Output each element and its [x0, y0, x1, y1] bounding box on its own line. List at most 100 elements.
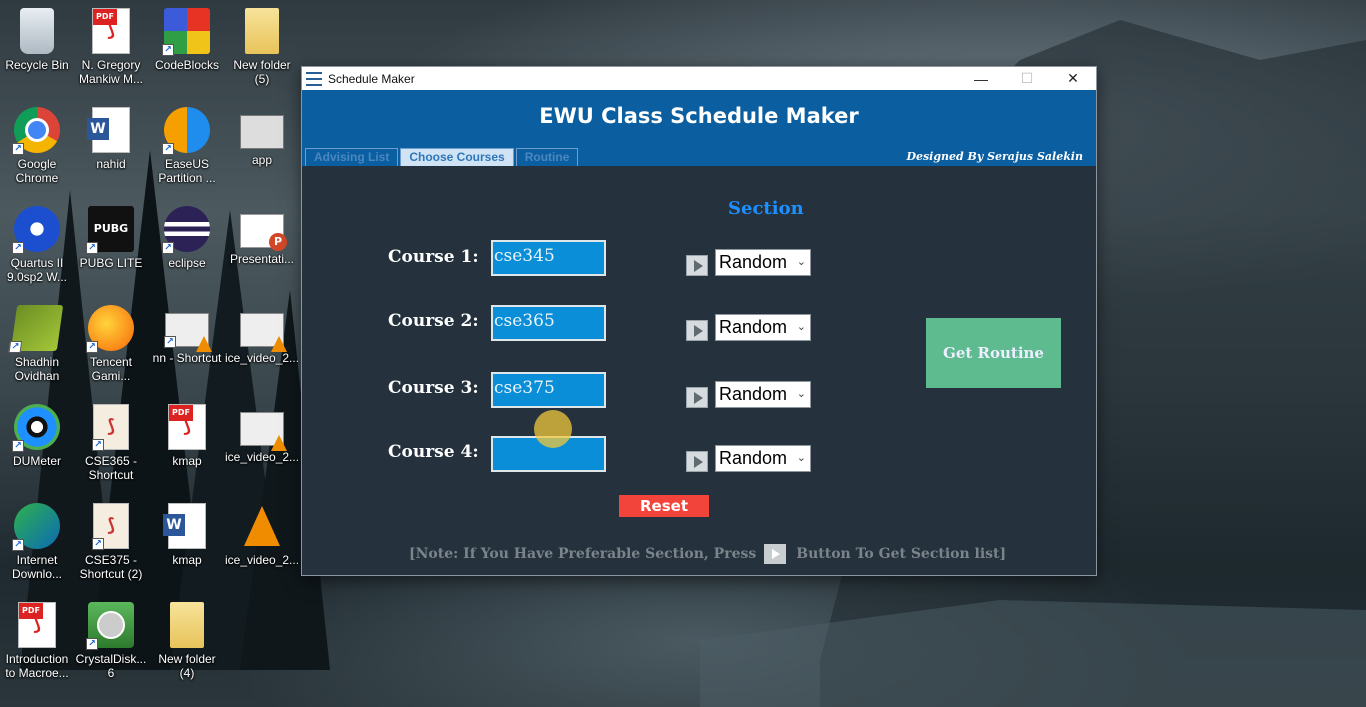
quartus-icon: ↗ — [12, 206, 60, 254]
desktop-icon-eclipse[interactable]: ↗ eclipse — [150, 206, 224, 270]
desktop-icon-app[interactable]: app — [225, 115, 299, 167]
book-icon: ↗ — [8, 305, 64, 353]
tab-choose-courses[interactable]: Choose Courses — [400, 148, 514, 166]
course-3-section-list-button[interactable] — [686, 387, 708, 408]
desktop-icon-nahid[interactable]: nahid — [74, 107, 148, 171]
desktop-icon-label: ice_video_2... — [225, 351, 300, 365]
desktop-icon-label: Tencent Gami... — [89, 355, 133, 383]
desktop-icon-tencent[interactable]: ↗ Tencent Gami... — [74, 305, 148, 383]
desktop-icon-mankiw-pdf[interactable]: ⟆ N. Gregory Mankiw M... — [74, 8, 148, 86]
course-4-section-value: Random — [719, 448, 788, 468]
tab-advising-list[interactable]: Advising List — [305, 148, 399, 166]
course-3-input[interactable]: cse375 — [491, 372, 606, 408]
desktop-icon-presentation[interactable]: Presentati... — [225, 214, 299, 266]
desktop-icon-ice-video-1[interactable]: ice_video_2... — [225, 313, 299, 365]
title-bar[interactable]: Schedule Maker — ☐ ✕ — [302, 67, 1096, 90]
desktop-icon-label: Quartus II 9.0sp2 W... — [6, 256, 68, 284]
course-2-section-list-button[interactable] — [686, 320, 708, 341]
course-3-section-select[interactable]: Random ⌄ — [715, 381, 811, 408]
pdf-shortcut-icon: ⟆ ↗ — [92, 503, 129, 550]
desktop-icon-recycle-bin[interactable]: Recycle Bin — [0, 8, 74, 72]
desktop-icon-label: CrystalDisk... 6 — [75, 652, 147, 680]
course-3-label: Course 3: — [388, 378, 479, 398]
vlc-icon — [239, 503, 285, 549]
desktop-icon-label: EaseUS Partition ... — [158, 157, 216, 185]
desktop-icon-label: kmap — [172, 553, 202, 567]
mouse-cursor-highlight — [534, 410, 572, 448]
course-1-section-value: Random — [719, 252, 788, 272]
course-1-label: Course 1: — [388, 247, 479, 267]
course-1-section-list-button[interactable] — [686, 255, 708, 276]
note-text-before: [Note: If You Have Preferable Section, P… — [409, 546, 757, 562]
desktop-icon-label: New folder (4) — [158, 652, 216, 680]
course-2-input[interactable]: cse365 — [491, 305, 606, 341]
reset-button[interactable]: Reset — [619, 495, 709, 517]
video-icon — [240, 313, 287, 352]
course-4-label: Course 4: — [388, 442, 479, 462]
desktop-icon-codeblocks[interactable]: ↗ CodeBlocks — [150, 8, 224, 72]
desktop-icon-easeus[interactable]: ↗ EaseUS Partition ... — [150, 107, 224, 185]
desktop-icon-label: DUMeter — [12, 454, 61, 468]
desktop-icon-idm[interactable]: ↗ Internet Downlo... — [0, 503, 74, 581]
desktop-icon-shadhin-ovidhan[interactable]: ↗ Shadhin Ovidhan — [0, 305, 74, 383]
section-note: [Note: If You Have Preferable Section, P… — [409, 544, 1006, 564]
desktop-icon-ice-video-vlc[interactable]: ice_video_2... — [225, 503, 299, 567]
course-1-section-select[interactable]: Random ⌄ — [715, 249, 811, 276]
desktop-icon-label: CSE375 - Shortcut (2) — [79, 553, 143, 581]
tab-strip: Advising List Choose Courses Routine — [305, 148, 580, 166]
crystaldisk-icon: ↗ — [86, 602, 134, 650]
course-2-section-select[interactable]: Random ⌄ — [715, 314, 811, 341]
recycle-bin-icon — [20, 8, 54, 54]
close-button[interactable]: ✕ — [1050, 67, 1096, 90]
folder-icon — [170, 602, 204, 648]
desktop-icon-ice-video-2[interactable]: ice_video_2... — [225, 412, 299, 464]
codeblocks-icon: ↗ — [162, 8, 210, 56]
desktop-icon-crystaldisk[interactable]: ↗ CrystalDisk... 6 — [74, 602, 148, 680]
desktop-icon-cse365-shortcut[interactable]: ⟆ ↗ CSE365 - Shortcut — [74, 404, 148, 482]
course-4-section-list-button[interactable] — [686, 451, 708, 472]
course-1-input[interactable]: cse345 — [491, 240, 606, 276]
desktop-icon-label: Internet Downlo... — [11, 553, 63, 581]
chevron-down-icon: ⌄ — [796, 321, 806, 333]
pdf-shortcut-icon: ⟆ ↗ — [92, 404, 129, 451]
section-heading: Section — [728, 198, 804, 219]
desktop-icon-chrome[interactable]: ↗ Google Chrome — [0, 107, 74, 185]
desktop-icon-new-folder-4[interactable]: New folder (4) — [150, 602, 224, 680]
course-2-label: Course 2: — [388, 311, 479, 331]
desktop-icon-kmap-pdf[interactable]: ⟆ kmap — [150, 404, 224, 468]
desktop-icon-nn-shortcut[interactable]: ↗ nn - Shortcut — [150, 313, 224, 365]
maximize-button[interactable]: ☐ — [1004, 67, 1050, 90]
desktop-icon-label: Shadhin Ovidhan — [14, 355, 60, 383]
tab-routine[interactable]: Routine — [515, 148, 579, 166]
note-text-after: Button To Get Section list] — [796, 546, 1007, 562]
course-3-section-value: Random — [719, 384, 788, 404]
desktop-icon-label: app — [251, 153, 273, 167]
desktop-icon-kmap-word[interactable]: kmap — [150, 503, 224, 567]
get-routine-button[interactable]: Get Routine — [926, 318, 1061, 388]
app-list-icon — [306, 71, 322, 86]
desktop-icon-label: Introduction to Macroe... — [5, 652, 69, 680]
minimize-button[interactable]: — — [958, 67, 1004, 90]
desktop-icon-dumeter[interactable]: ↗ DUMeter — [0, 404, 74, 468]
desktop-icon-cse375-shortcut[interactable]: ⟆ ↗ CSE375 - Shortcut (2) — [74, 503, 148, 581]
desktop-icon-quartus[interactable]: ↗ Quartus II 9.0sp2 W... — [0, 206, 74, 284]
desktop-icon-label: N. Gregory Mankiw M... — [78, 58, 143, 86]
word-icon — [87, 107, 130, 153]
chevron-down-icon: ⌄ — [796, 452, 806, 464]
desktop-icon-new-folder-5[interactable]: New folder (5) — [225, 8, 299, 86]
desktop-icon-label: Recycle Bin — [5, 58, 69, 72]
idm-icon: ↗ — [12, 503, 60, 551]
video-icon — [240, 412, 287, 451]
chevron-down-icon: ⌄ — [796, 256, 806, 268]
desktop-icon-macroeconomics-pdf[interactable]: ⟆ Introduction to Macroe... — [0, 602, 74, 680]
desktop-icon-pubg[interactable]: PUBG ↗ PUBG LITE — [74, 206, 148, 270]
word-icon — [163, 503, 206, 549]
course-4-section-select[interactable]: Random ⌄ — [715, 445, 811, 472]
play-arrow-icon — [764, 544, 787, 564]
course-2-section-value: Random — [719, 317, 788, 337]
powerpoint-icon — [240, 214, 287, 251]
pdf-icon: ⟆ — [92, 8, 130, 54]
schedule-maker-window: Schedule Maker — ☐ ✕ EWU Class Schedule … — [301, 66, 1097, 576]
desktop-icon-label: PUBG LITE — [79, 256, 143, 270]
video-icon: ↗ — [164, 313, 212, 352]
